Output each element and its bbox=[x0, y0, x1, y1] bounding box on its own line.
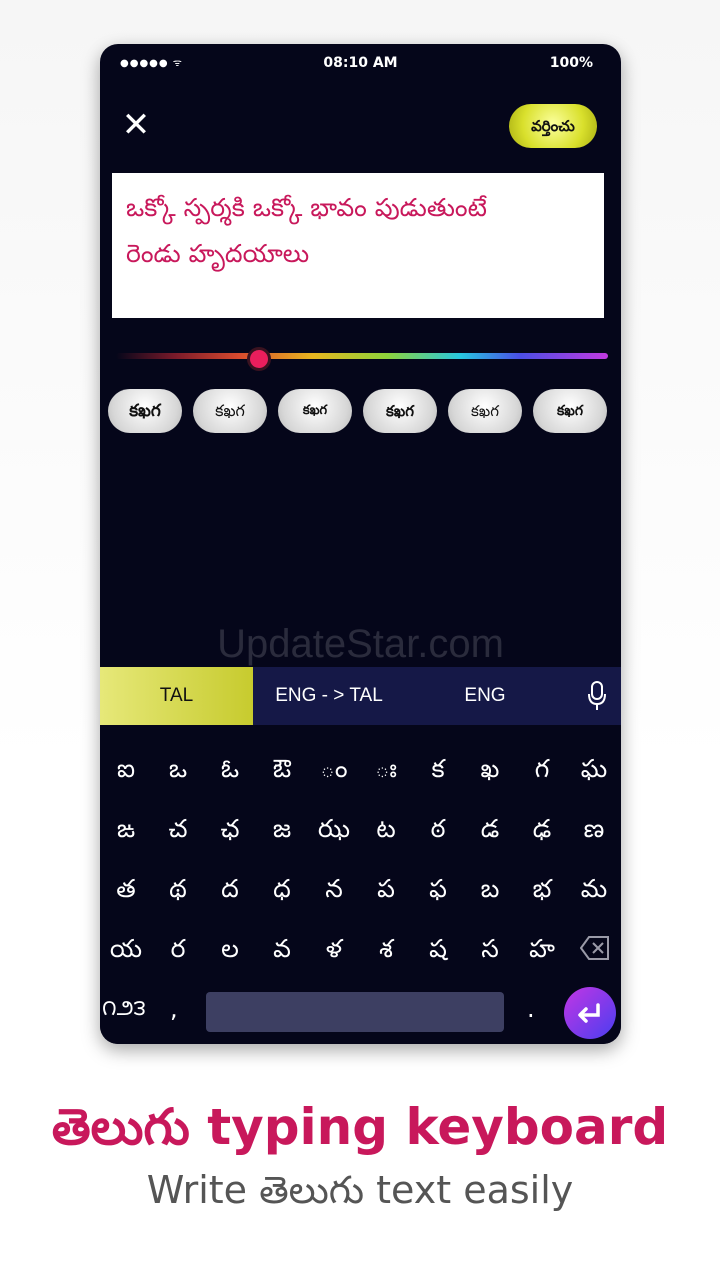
key[interactable]: ఛ bbox=[204, 801, 256, 857]
editor-line-1: ఒక్కో స్పర్శకి ఒక్కో భావం పుడుతుంటే bbox=[126, 193, 487, 222]
tab-eng[interactable]: ENG bbox=[420, 667, 550, 725]
key[interactable]: బ bbox=[464, 861, 516, 917]
key[interactable]: ఒ bbox=[152, 741, 204, 797]
key[interactable]: ల bbox=[204, 921, 256, 977]
keyboard-row: య ర ల వ ళ శ ష స హ bbox=[100, 921, 621, 977]
font-style-chip[interactable]: కఖగ bbox=[193, 389, 267, 433]
key[interactable]: వ bbox=[256, 921, 308, 977]
enter-button[interactable] bbox=[564, 987, 616, 1039]
key[interactable]: గ bbox=[516, 741, 568, 797]
key[interactable]: చ bbox=[152, 801, 204, 857]
key[interactable]: ఢ bbox=[516, 801, 568, 857]
key[interactable]: ళ bbox=[308, 921, 360, 977]
backspace-icon[interactable] bbox=[580, 935, 610, 961]
font-style-chip[interactable]: కఖగ bbox=[363, 389, 437, 433]
close-button[interactable]: ✕ bbox=[120, 108, 152, 142]
caption-subtitle: Write తెలుగు text easily bbox=[146, 1168, 574, 1212]
phone-frame: ●●●●● ᯤ 08:10 AM 100% ✕ వర్తించు ఒక్కో స… bbox=[100, 44, 621, 1044]
keyboard-bottom-row: ౧౨౩ , . bbox=[100, 981, 621, 1039]
numbers-key[interactable]: ౧౨౩ bbox=[102, 981, 146, 1037]
key[interactable]: ఝ bbox=[308, 801, 360, 857]
color-slider-track[interactable] bbox=[116, 353, 608, 359]
key[interactable]: న bbox=[308, 861, 360, 917]
key[interactable]: య bbox=[100, 921, 152, 977]
apply-button[interactable]: వర్తించు bbox=[509, 104, 597, 148]
key[interactable]: జ bbox=[256, 801, 308, 857]
key[interactable]: ద bbox=[204, 861, 256, 917]
key[interactable]: డ bbox=[464, 801, 516, 857]
key[interactable]: ర bbox=[152, 921, 204, 977]
keyboard-row: త థ ద ధ న ప ఫ బ భ మ bbox=[100, 861, 621, 917]
font-style-chip[interactable]: కఖగ bbox=[448, 389, 522, 433]
key[interactable]: ట bbox=[360, 801, 412, 857]
key[interactable]: ః bbox=[360, 741, 412, 797]
key[interactable]: మ bbox=[568, 861, 620, 917]
status-bar: ●●●●● ᯤ 08:10 AM 100% bbox=[100, 44, 621, 82]
key[interactable]: స bbox=[464, 921, 516, 977]
editor-line-2: రెండు హృదయాలు bbox=[126, 239, 310, 268]
key[interactable]: ధ bbox=[256, 861, 308, 917]
space-bar[interactable] bbox=[206, 992, 504, 1032]
key[interactable]: ప bbox=[360, 861, 412, 917]
tab-eng-to-tal[interactable]: ENG - > TAL bbox=[253, 667, 405, 725]
key[interactable]: భ bbox=[516, 861, 568, 917]
key[interactable]: ఐ bbox=[100, 741, 152, 797]
key[interactable]: థ bbox=[152, 861, 204, 917]
telugu-keyboard: ఐ ఒ ఓ ఔ ం ః క ఖ గ ఘ ఙ చ ఛ జ ఝ ట ఠ డ ఢ ణ … bbox=[100, 725, 621, 1044]
enter-icon bbox=[578, 1003, 600, 1023]
comma-key[interactable]: , bbox=[170, 981, 178, 1037]
key[interactable]: ణ bbox=[568, 801, 620, 857]
key[interactable]: ఘ bbox=[568, 741, 620, 797]
color-slider-thumb[interactable] bbox=[246, 347, 271, 371]
watermark: UpdateStar.com bbox=[217, 622, 504, 666]
key[interactable]: ం bbox=[308, 741, 360, 797]
text-editor[interactable]: ఒక్కో స్పర్శకి ఒక్కో భావం పుడుతుంటే రెండ… bbox=[112, 173, 604, 318]
caption-title: తెలుగు typing keyboard bbox=[51, 1098, 669, 1156]
keyboard-row: ఙ చ ఛ జ ఝ ట ఠ డ ఢ ణ bbox=[100, 801, 621, 857]
key[interactable]: క bbox=[412, 741, 464, 797]
key[interactable]: ష bbox=[412, 921, 464, 977]
key[interactable]: శ bbox=[360, 921, 412, 977]
keyboard-mode-tabs: TAL ENG - > TAL ENG bbox=[100, 667, 621, 725]
font-style-chip[interactable]: కఖగ bbox=[108, 389, 182, 433]
key[interactable]: ఠ bbox=[412, 801, 464, 857]
dot-key[interactable]: . bbox=[527, 981, 535, 1037]
font-style-chip[interactable]: కఖగ bbox=[278, 389, 352, 433]
tab-tal[interactable]: TAL bbox=[100, 667, 253, 725]
key[interactable]: హ bbox=[516, 921, 568, 977]
status-time: 08:10 AM bbox=[323, 55, 398, 71]
keyboard-row: ఐ ఒ ఓ ఔ ం ః క ఖ గ ఘ bbox=[100, 741, 621, 797]
key[interactable]: త bbox=[100, 861, 152, 917]
font-style-chip[interactable]: కఖగ bbox=[533, 389, 607, 433]
key[interactable]: ఖ bbox=[464, 741, 516, 797]
close-icon: ✕ bbox=[121, 105, 151, 145]
microphone-icon[interactable] bbox=[587, 681, 607, 711]
key[interactable]: ఫ bbox=[412, 861, 464, 917]
key[interactable]: ఓ bbox=[204, 741, 256, 797]
key[interactable]: ఙ bbox=[100, 801, 152, 857]
key[interactable]: ఔ bbox=[256, 741, 308, 797]
font-style-list: కఖగ కఖగ కఖగ కఖగ కఖగ కఖగ bbox=[108, 389, 618, 435]
battery-level: 100% bbox=[549, 55, 593, 71]
